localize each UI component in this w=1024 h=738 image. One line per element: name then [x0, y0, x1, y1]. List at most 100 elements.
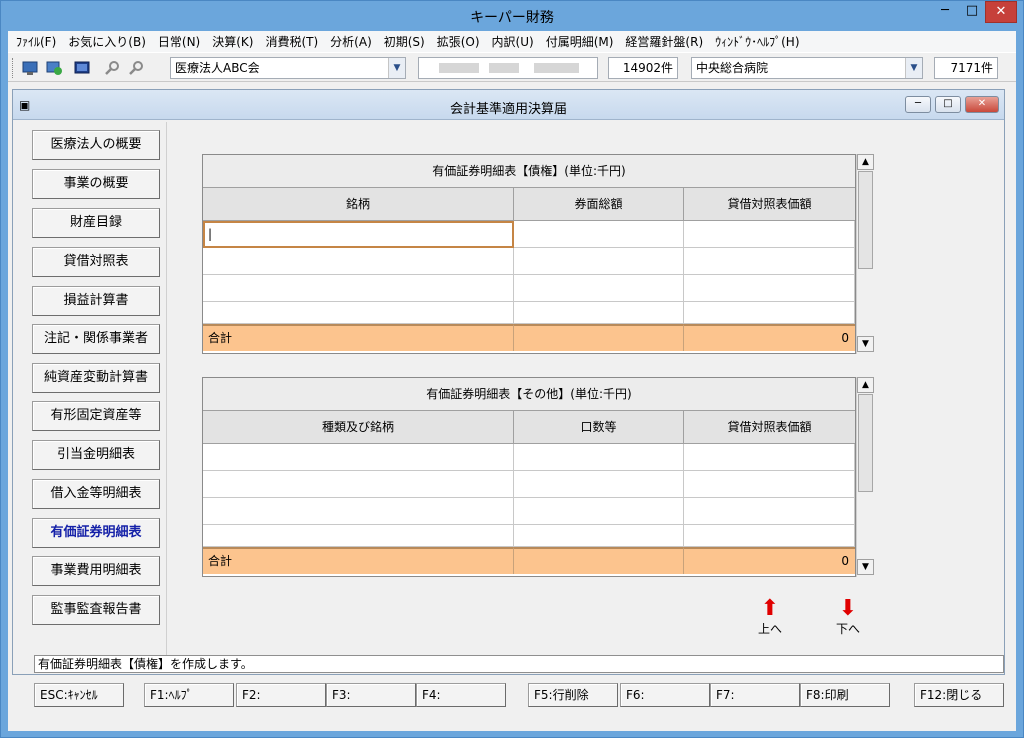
sidebar-item-allowance[interactable]: 引当金明細表 [32, 440, 160, 470]
sidebar-item-property[interactable]: 財産目録 [32, 208, 160, 238]
close-button[interactable]: ✕ [985, 1, 1017, 23]
up-arrow-icon: ⬆ [760, 596, 780, 621]
menu-compass[interactable]: 経営羅針盤(R) [619, 33, 709, 50]
monitor-icon[interactable] [22, 60, 38, 76]
sidebar-item-fixed-assets[interactable]: 有形固定資産等 [32, 401, 160, 431]
f4-button[interactable]: F4: [416, 683, 506, 707]
table-cell[interactable] [514, 248, 684, 275]
sidebar-item-loans[interactable]: 借入金等明細表 [32, 479, 160, 509]
refresh-icon[interactable] [46, 60, 62, 76]
sidebar-item-overview[interactable]: 医療法人の概要 [32, 130, 160, 160]
table-cell[interactable] [684, 444, 855, 471]
table-cell[interactable] [684, 221, 855, 248]
menu-tax[interactable]: 消費税(T) [259, 33, 324, 50]
search-next-icon[interactable] [128, 60, 144, 76]
scroll-thumb[interactable] [858, 394, 873, 492]
scroll-thumb[interactable] [858, 171, 873, 269]
f7-button[interactable]: F7: [710, 683, 800, 707]
menu-window-help[interactable]: ｳｨﾝﾄﾞｳ･ﾍﾙﾌﾟ(H) [709, 33, 805, 50]
company-select[interactable]: 医療法人ABC会 ▼ [170, 57, 406, 79]
sidebar-item-expenses[interactable]: 事業費用明細表 [32, 556, 160, 586]
menu-file[interactable]: ﾌｧｲﾙ(F) [10, 33, 62, 50]
menu-favorites[interactable]: お気に入り(B) [62, 33, 152, 50]
scroll-down-arrow-icon[interactable]: ▼ [857, 559, 874, 575]
table-cell[interactable] [203, 471, 514, 498]
scroll-down-arrow-icon[interactable]: ▼ [857, 336, 874, 352]
menu-settlement[interactable]: 決算(K) [206, 33, 259, 50]
client-area: ﾌｧｲﾙ(F) お気に入り(B) 日常(N) 決算(K) 消費税(T) 分析(A… [8, 31, 1016, 731]
facility-select[interactable]: 中央総合病院 ▼ [691, 57, 923, 79]
bonds-scrollbar[interactable]: ▲ ▼ [856, 154, 874, 354]
sidebar-item-equity[interactable]: 純資産変動計算書 [32, 363, 160, 393]
report-title: 会計基準適用決算届 [449, 102, 567, 117]
menu-appendix[interactable]: 付属明細(M) [540, 33, 620, 50]
menu-extension[interactable]: 拡張(O) [431, 33, 486, 50]
f1-help-button[interactable]: F1:ﾍﾙﾌﾟ [144, 683, 234, 707]
menu-daily[interactable]: 日常(N) [152, 33, 206, 50]
table-cell[interactable] [514, 221, 684, 248]
f3-button[interactable]: F3: [326, 683, 416, 707]
table-cell[interactable] [203, 248, 514, 275]
screen-icon[interactable] [74, 60, 90, 76]
table-cell[interactable] [203, 444, 514, 471]
table-cell[interactable] [514, 275, 684, 302]
maximize-button[interactable]: □ [959, 1, 985, 23]
company-name: 医療法人ABC会 [175, 61, 260, 75]
table-caption: 有価証券明細表【その他】(単位:千円) [203, 378, 855, 411]
table-cell[interactable] [684, 498, 855, 525]
table-cell[interactable] [514, 302, 684, 324]
sidebar-item-securities[interactable]: 有価証券明細表 [32, 518, 160, 548]
sidebar-item-balance-sheet[interactable]: 貸借対照表 [32, 247, 160, 277]
table-cell[interactable] [514, 498, 684, 525]
table-cell[interactable] [514, 471, 684, 498]
table-cell[interactable] [684, 302, 855, 324]
table-cell[interactable] [514, 525, 684, 547]
f2-button[interactable]: F2: [236, 683, 326, 707]
menu-initial[interactable]: 初期(S) [378, 33, 431, 50]
title-bar: キーパー財務 ─ □ ✕ [1, 1, 1023, 31]
f6-button[interactable]: F6: [620, 683, 710, 707]
sidebar: 医療法人の概要 事業の概要 財産目録 貸借対照表 損益計算書 注記・関係事業者 … [17, 122, 167, 672]
f5-delete-row-button[interactable]: F5:行削除 [528, 683, 618, 707]
sidebar-item-income-statement[interactable]: 損益計算書 [32, 286, 160, 316]
report-title-bar: ▣ 会計基準適用決算届 ─ □ ✕ [13, 90, 1004, 120]
move-up-label: 上へ [757, 622, 782, 636]
table-cell[interactable] [514, 444, 684, 471]
other-scrollbar[interactable]: ▲ ▼ [856, 377, 874, 577]
window-title: キーパー財務 [470, 10, 554, 26]
child-close-button[interactable]: ✕ [965, 96, 999, 113]
child-maximize-button[interactable]: □ [935, 96, 961, 113]
column-header: 貸借対照表価額 [684, 188, 855, 221]
table-cell-active[interactable]: | [203, 221, 514, 248]
toolbar-grip[interactable] [12, 58, 15, 78]
text-cursor: | [208, 227, 213, 241]
table-cell[interactable] [203, 275, 514, 302]
search-icon[interactable] [104, 60, 120, 76]
total-cell [514, 324, 684, 351]
sidebar-item-notes[interactable]: 注記・関係事業者 [32, 324, 160, 354]
sidebar-item-business[interactable]: 事業の概要 [32, 169, 160, 199]
child-minimize-button[interactable]: ─ [905, 96, 931, 113]
f12-close-button[interactable]: F12:閉じる [914, 683, 1004, 707]
table-cell[interactable] [684, 525, 855, 547]
move-up-button[interactable]: ⬆ 上へ [751, 598, 789, 637]
table-cell[interactable] [684, 471, 855, 498]
sidebar-item-audit[interactable]: 監事監査報告書 [32, 595, 160, 625]
table-cell[interactable] [684, 275, 855, 302]
table-cell[interactable] [684, 248, 855, 275]
move-down-button[interactable]: ⬇ 下へ [829, 598, 867, 637]
chevron-down-icon[interactable]: ▼ [388, 58, 405, 78]
column-header: 貸借対照表価額 [684, 411, 855, 444]
minimize-button[interactable]: ─ [931, 1, 959, 23]
table-cell[interactable] [203, 498, 514, 525]
scroll-up-arrow-icon[interactable]: ▲ [857, 377, 874, 393]
table-cell[interactable] [203, 525, 514, 547]
chevron-down-icon[interactable]: ▼ [905, 58, 922, 78]
scroll-up-arrow-icon[interactable]: ▲ [857, 154, 874, 170]
f8-print-button[interactable]: F8:印刷 [800, 683, 890, 707]
down-arrow-icon: ⬇ [838, 596, 858, 621]
menu-analysis[interactable]: 分析(A) [324, 33, 378, 50]
table-cell[interactable] [203, 302, 514, 324]
esc-cancel-button[interactable]: ESC:ｷｬﾝｾﾙ [34, 683, 124, 707]
menu-breakdown[interactable]: 内訳(U) [486, 33, 540, 50]
